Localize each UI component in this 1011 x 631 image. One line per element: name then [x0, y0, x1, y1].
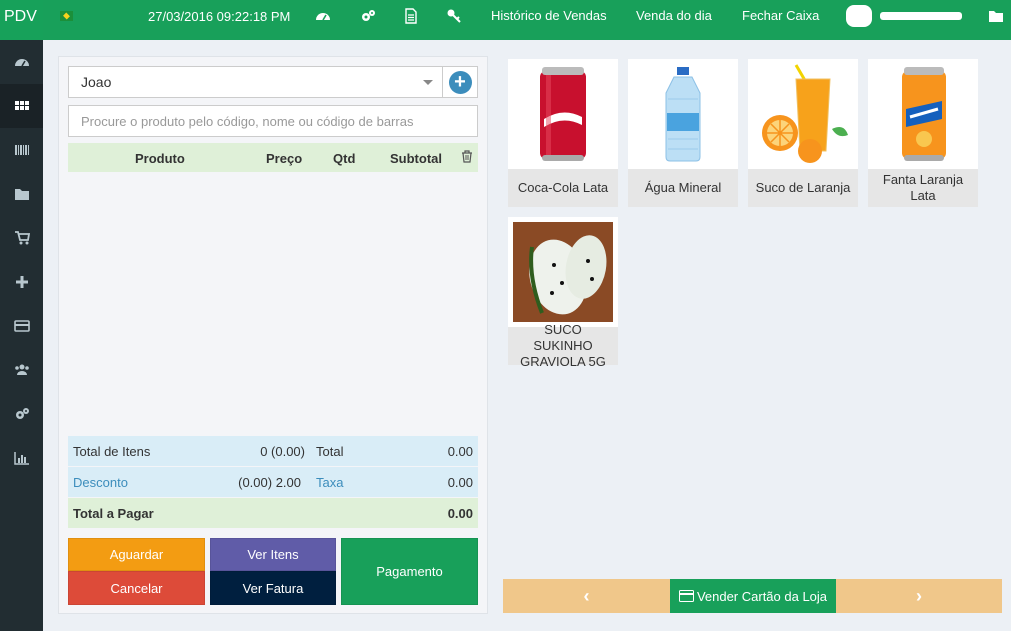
- sidebar-item-dashboard[interactable]: [0, 40, 43, 84]
- datetime-display: 27/03/2016 09:22:18 PM: [148, 9, 291, 24]
- chevron-right-icon: ›: [916, 585, 922, 606]
- sell-gift-card-button[interactable]: Vender Cartão da Loja: [670, 579, 836, 613]
- product-tile[interactable]: Coca-Cola Lata: [508, 59, 618, 209]
- total-payable-label: Total a Pagar: [73, 506, 154, 521]
- sidebar-item-categories[interactable]: [0, 172, 43, 216]
- discount-value: (0.00) 2.00: [238, 475, 301, 490]
- total-payable-value: 0.00: [447, 506, 473, 521]
- sidebar-item-products[interactable]: [0, 128, 43, 172]
- trash-icon[interactable]: [461, 150, 473, 166]
- credit-card-icon: [13, 320, 30, 332]
- cancel-button[interactable]: Cancelar: [68, 571, 205, 605]
- cogs-icon: [15, 408, 29, 419]
- totals-row-payable: Total a Pagar 0.00: [68, 498, 478, 528]
- folder-icon[interactable]: [988, 8, 1004, 24]
- column-header-product: Produto: [135, 151, 185, 166]
- folder-icon: [14, 189, 29, 200]
- product-tile[interactable]: Fanta Laranja Lata: [868, 59, 978, 209]
- fanta-can-image: [868, 59, 978, 169]
- daily-sales-link[interactable]: Venda do dia: [636, 8, 712, 23]
- totals-row-discount: Desconto (0.00) 2.00 Taxa 0.00: [68, 467, 478, 497]
- add-customer-button[interactable]: +: [442, 66, 478, 98]
- column-header-subtotal: Subtotal: [390, 151, 442, 166]
- sales-history-link[interactable]: Histórico de Vendas: [491, 8, 607, 23]
- product-name: Água Mineral: [628, 169, 738, 207]
- sidebar-item-gift-cards[interactable]: [0, 304, 43, 348]
- users-icon: [14, 364, 29, 375]
- sidebar-item-settings[interactable]: [0, 392, 43, 436]
- total-value: 0.00: [447, 444, 473, 459]
- product-name: SUCO SUKINHO GRAVIOLA 5G: [508, 322, 618, 369]
- brand-logo[interactable]: PDV: [0, 0, 43, 40]
- bar-chart-icon: [13, 452, 29, 465]
- product-tile[interactable]: SUCO SUKINHO GRAVIOLA 5G: [508, 217, 618, 369]
- soursop-fruit-image: [508, 217, 618, 327]
- product-name: Coca-Cola Lata: [508, 169, 618, 207]
- plus-icon: [15, 276, 28, 288]
- customer-select[interactable]: Joao: [68, 66, 443, 98]
- sidebar-item-purchases[interactable]: [0, 216, 43, 260]
- column-header-price: Preço: [266, 151, 303, 166]
- customer-select-value: Joao: [81, 74, 112, 90]
- grid-icon: [14, 101, 29, 110]
- barcode-icon: [14, 145, 29, 155]
- product-search-input[interactable]: [68, 105, 478, 137]
- chevron-down-icon: [423, 80, 433, 85]
- top-navbar: PDV 27/03/2016 09:22:18 PM Histórico de …: [0, 0, 1011, 40]
- sidebar-item-add[interactable]: [0, 260, 43, 304]
- product-name: Fanta Laranja Lata: [868, 169, 978, 207]
- totals-row-items: Total de Itens 0 (0.00) Total 0.00: [68, 436, 478, 466]
- product-name: Suco de Laranja: [748, 169, 858, 207]
- orange-juice-image: [748, 59, 858, 169]
- product-tile[interactable]: Suco de Laranja: [748, 59, 858, 209]
- sidebar-item-people[interactable]: [0, 348, 43, 392]
- total-label: Total: [316, 444, 344, 459]
- shopping-cart-icon: [14, 231, 30, 245]
- sidebar-item-reports[interactable]: [0, 436, 43, 480]
- key-icon[interactable]: [446, 8, 462, 24]
- cart-table-header: Produto Preço Qtd Subtotal: [68, 143, 478, 172]
- user-avatar[interactable]: [846, 5, 872, 27]
- sidebar: [0, 40, 43, 631]
- user-name-redacted[interactable]: [880, 12, 962, 20]
- column-header-qty: Qtd: [333, 151, 356, 166]
- dashboard-icon[interactable]: [315, 8, 331, 24]
- payment-button[interactable]: Pagamento: [341, 538, 478, 605]
- sell-gift-card-label: Vender Cartão da Loja: [696, 588, 828, 604]
- tax-value: 0.00: [447, 475, 473, 490]
- discount-link[interactable]: Desconto: [73, 475, 128, 490]
- hold-button[interactable]: Aguardar: [68, 538, 205, 571]
- dashboard-icon: [14, 59, 29, 67]
- cart-panel: [58, 56, 488, 614]
- plus-circle-icon: +: [448, 70, 472, 94]
- close-register-link[interactable]: Fechar Caixa: [742, 8, 819, 23]
- water-bottle-image: [628, 59, 738, 169]
- file-text-icon[interactable]: [403, 8, 419, 24]
- credit-card-icon: [678, 590, 694, 602]
- coca-cola-can-image: [508, 59, 618, 169]
- total-items-value: 0 (0.00): [260, 444, 305, 459]
- cogs-icon[interactable]: [360, 8, 376, 24]
- view-items-button[interactable]: Ver Itens: [210, 538, 336, 571]
- product-tile[interactable]: Água Mineral: [628, 59, 738, 209]
- tax-link[interactable]: Taxa: [316, 475, 343, 490]
- brazil-flag-icon[interactable]: [60, 11, 73, 21]
- total-items-label: Total de Itens: [73, 444, 151, 459]
- next-page-button[interactable]: ›: [836, 579, 1002, 613]
- chevron-left-icon: ‹: [583, 585, 590, 606]
- view-invoice-button[interactable]: Ver Fatura: [210, 571, 336, 605]
- previous-page-button[interactable]: ‹: [503, 579, 670, 613]
- product-pager: ‹ Vender Cartão da Loja ›: [503, 579, 1002, 613]
- sidebar-item-pos[interactable]: [0, 84, 43, 128]
